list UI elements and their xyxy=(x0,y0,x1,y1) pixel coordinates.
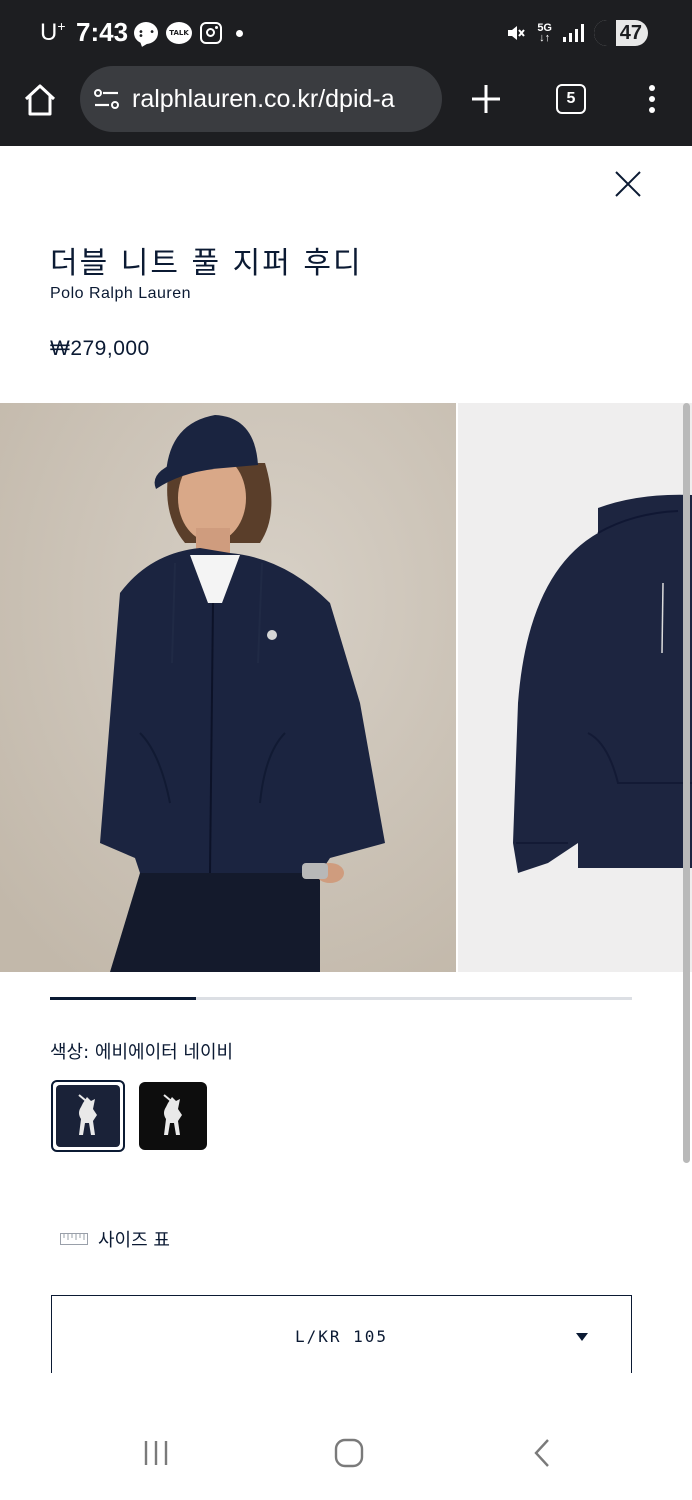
size-select[interactable]: L/KR 105 xyxy=(51,1295,632,1373)
network-5g-icon: 5G ↓↑ xyxy=(537,22,552,44)
product-price: ₩279,000 xyxy=(50,337,150,360)
tab-switcher-button[interactable]: 5 xyxy=(556,84,586,114)
model-photo[interactable] xyxy=(0,403,456,972)
mute-icon xyxy=(508,26,526,40)
site-settings-icon[interactable] xyxy=(92,86,122,112)
system-icons: 5G ↓↑ 47 xyxy=(505,20,648,46)
size-chart-link[interactable]: 사이즈 표 xyxy=(60,1226,170,1252)
product-image-gallery[interactable] xyxy=(0,403,692,972)
notification-icons: • • • TALK xyxy=(134,22,243,44)
home-icon[interactable] xyxy=(22,82,58,118)
signal-icon xyxy=(563,24,584,42)
battery-indicator: 47 xyxy=(594,20,648,46)
browser-toolbar: ralphlauren.co.kr/dpid-a 5 xyxy=(0,66,692,146)
size-selected-value[interactable]: L/KR 105 xyxy=(52,1327,631,1346)
ruler-icon xyxy=(60,1233,88,1245)
recent-apps-icon[interactable] xyxy=(142,1438,170,1468)
size-chart-label[interactable]: 사이즈 표 xyxy=(98,1226,170,1252)
back-icon[interactable] xyxy=(530,1438,554,1468)
swatch-inner xyxy=(56,1085,120,1147)
kakaotalk-icon: TALK xyxy=(166,22,192,44)
clock: 7:43 xyxy=(76,17,129,47)
system-navigation-bar xyxy=(0,1408,692,1500)
overflow-menu-icon[interactable] xyxy=(640,82,664,118)
gallery-progress-track xyxy=(50,997,632,1000)
close-icon[interactable] xyxy=(612,168,644,200)
dropdown-arrow-icon[interactable] xyxy=(576,1333,588,1341)
gallery-progress-fill xyxy=(50,997,196,1000)
more-notifications-icon xyxy=(236,29,243,37)
page-scrollbar[interactable] xyxy=(683,403,690,1163)
message-icon: • • • xyxy=(134,22,158,44)
url-text[interactable]: ralphlauren.co.kr/dpid-a xyxy=(132,85,432,114)
address-bar[interactable]: ralphlauren.co.kr/dpid-a xyxy=(80,66,442,132)
home-nav-icon[interactable] xyxy=(334,1438,364,1468)
flat-product-photo[interactable] xyxy=(458,403,692,972)
color-label: 색상: 에비에이터 네이비 xyxy=(50,1042,234,1063)
battery-leaf-icon xyxy=(594,20,616,46)
color-swatch-black[interactable] xyxy=(139,1082,207,1150)
instagram-icon xyxy=(200,22,222,44)
polo-pony-icon xyxy=(78,1094,97,1135)
carrier-label: U+ xyxy=(40,18,66,46)
status-bar: U+ 7:43 • • • TALK 5G ↓↑ 47 xyxy=(0,0,692,66)
new-tab-icon[interactable] xyxy=(468,81,504,117)
brand-name: Polo Ralph Lauren xyxy=(50,285,192,302)
product-title: 더블 니트 풀 지퍼 후디 xyxy=(50,246,363,281)
polo-pony-icon xyxy=(163,1094,182,1135)
color-swatch-navy[interactable] xyxy=(51,1080,125,1152)
